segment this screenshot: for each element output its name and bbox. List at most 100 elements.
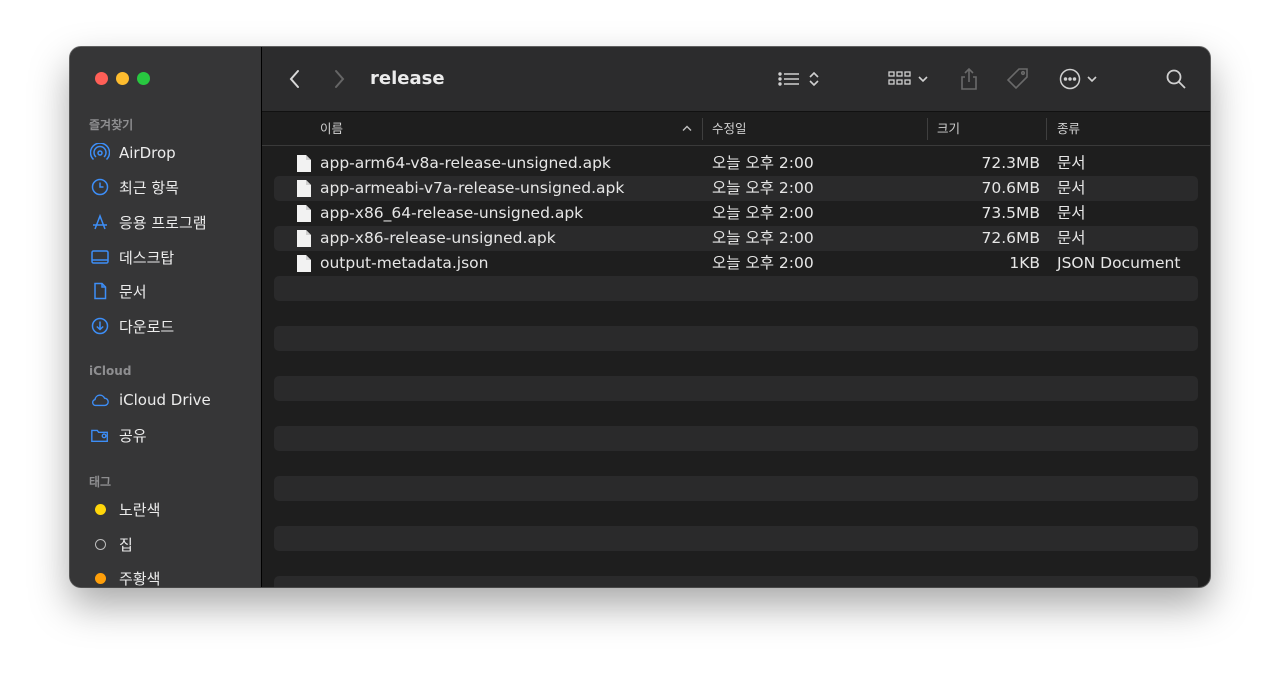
sidebar-item-tag-home[interactable]: 집	[90, 532, 133, 556]
file-modified: 오늘 오후 2:00	[712, 229, 814, 247]
empty-row	[274, 376, 1198, 401]
toolbar: release	[262, 47, 1210, 112]
file-kind: 문서	[1057, 229, 1086, 247]
file-modified: 오늘 오후 2:00	[712, 204, 814, 222]
file-kind: 문서	[1057, 179, 1086, 197]
file-size: 73.5MB	[981, 204, 1040, 222]
sidebar-item-label: 응용 프로그램	[119, 213, 207, 232]
airdrop-icon	[90, 143, 110, 163]
sidebar-item-downloads[interactable]: 다운로드	[90, 314, 174, 338]
sort-ascending-icon	[682, 125, 692, 131]
window-controls	[95, 72, 150, 85]
sidebar-item-label: 노란색	[119, 500, 161, 519]
empty-row	[274, 326, 1198, 351]
sidebar-item-desktop[interactable]: 데스크탑	[90, 245, 174, 269]
empty-row	[274, 526, 1198, 551]
chevron-updown-icon	[809, 71, 819, 87]
empty-row	[274, 301, 1198, 326]
file-name: app-x86-release-unsigned.apk	[320, 229, 556, 247]
column-header-kind[interactable]: 종류	[1057, 112, 1080, 145]
file-name: app-armeabi-v7a-release-unsigned.apk	[320, 179, 625, 197]
sidebar-item-icloud-drive[interactable]: iCloud Drive	[90, 388, 211, 412]
empty-row	[274, 451, 1198, 476]
file-kind: 문서	[1057, 204, 1086, 222]
finder-window: 즐겨찾기 AirDrop 최근 항목 응용 프로그램 데스크탑 문서 다운로드 …	[70, 47, 1210, 587]
more-icon	[1059, 68, 1081, 90]
file-size: 70.6MB	[981, 179, 1040, 197]
file-name: output-metadata.json	[320, 254, 489, 272]
empty-row	[274, 351, 1198, 376]
share-button[interactable]	[959, 67, 979, 91]
sidebar-item-airdrop[interactable]: AirDrop	[90, 141, 176, 165]
file-row[interactable]: app-x86-release-unsigned.apk 오늘 오후 2:00 …	[274, 226, 1198, 251]
action-menu-button[interactable]	[1059, 67, 1099, 91]
sidebar-section-tags: 태그	[89, 475, 112, 489]
file-size: 72.3MB	[981, 154, 1040, 172]
empty-row	[274, 551, 1198, 576]
sidebar-item-label: 최근 항목	[119, 178, 179, 197]
file-icon	[297, 255, 311, 272]
file-icon	[297, 230, 311, 247]
back-button[interactable]	[288, 67, 302, 91]
applications-icon	[90, 212, 110, 232]
empty-row	[274, 501, 1198, 526]
column-header-modified[interactable]: 수정일	[712, 112, 747, 145]
file-row[interactable]: app-armeabi-v7a-release-unsigned.apk 오늘 …	[274, 176, 1198, 201]
column-divider[interactable]	[1046, 118, 1047, 140]
download-icon	[90, 316, 110, 336]
sidebar-item-label: 문서	[119, 282, 147, 301]
close-button[interactable]	[95, 72, 108, 85]
sidebar-item-tag-orange[interactable]: 주황색	[90, 566, 160, 587]
file-name: app-arm64-v8a-release-unsigned.apk	[320, 154, 611, 172]
sidebar: 즐겨찾기 AirDrop 최근 항목 응용 프로그램 데스크탑 문서 다운로드 …	[70, 47, 262, 587]
sidebar-item-label: 공유	[119, 426, 147, 445]
group-button[interactable]	[888, 67, 930, 91]
empty-row	[274, 426, 1198, 451]
sidebar-item-label: iCloud Drive	[119, 391, 211, 409]
sidebar-item-label: AirDrop	[119, 144, 176, 162]
chevron-right-icon	[335, 70, 345, 88]
file-modified: 오늘 오후 2:00	[712, 254, 814, 272]
column-divider[interactable]	[927, 118, 928, 140]
tag-icon	[1006, 68, 1028, 90]
sidebar-item-shared[interactable]: 공유	[90, 423, 147, 447]
file-row[interactable]: app-arm64-v8a-release-unsigned.apk 오늘 오후…	[274, 151, 1198, 176]
file-icon	[297, 205, 311, 222]
zoom-button[interactable]	[137, 72, 150, 85]
chevron-left-icon	[289, 70, 299, 88]
clock-icon	[90, 177, 110, 197]
file-icon	[297, 155, 311, 172]
sidebar-item-recents[interactable]: 최근 항목	[90, 175, 179, 199]
minimize-button[interactable]	[116, 72, 129, 85]
share-icon	[961, 67, 977, 90]
file-row[interactable]: output-metadata.json 오늘 오후 2:00 1KB JSON…	[274, 251, 1198, 276]
cloud-icon	[90, 390, 110, 410]
column-header: 이름 수정일 크기 종류	[262, 112, 1210, 146]
grid-icon	[888, 71, 911, 85]
file-row[interactable]: app-x86_64-release-unsigned.apk 오늘 오후 2:…	[274, 201, 1198, 226]
chevron-down-icon	[918, 76, 928, 83]
view-mode-button[interactable]	[777, 67, 821, 91]
tag-yellow-icon	[90, 499, 110, 519]
column-divider[interactable]	[702, 118, 703, 140]
column-header-name[interactable]: 이름	[320, 112, 343, 145]
sidebar-item-tag-yellow[interactable]: 노란색	[90, 497, 160, 521]
sidebar-item-applications[interactable]: 응용 프로그램	[90, 210, 207, 234]
search-button[interactable]	[1165, 67, 1187, 91]
forward-button[interactable]	[332, 67, 346, 91]
sidebar-section-icloud: iCloud	[89, 364, 132, 378]
file-modified: 오늘 오후 2:00	[712, 179, 814, 197]
tag-orange-icon	[90, 568, 110, 587]
file-size: 1KB	[1009, 254, 1040, 272]
tag-button[interactable]	[1006, 67, 1030, 91]
column-header-size[interactable]: 크기	[937, 112, 960, 145]
shared-folder-icon	[90, 425, 110, 445]
document-icon	[90, 281, 110, 301]
file-size: 72.6MB	[981, 229, 1040, 247]
sidebar-item-documents[interactable]: 문서	[90, 279, 147, 303]
file-name: app-x86_64-release-unsigned.apk	[320, 204, 584, 222]
tag-empty-icon	[90, 534, 110, 554]
file-kind: JSON Document	[1057, 254, 1181, 272]
empty-row	[274, 576, 1198, 587]
empty-row	[274, 476, 1198, 501]
